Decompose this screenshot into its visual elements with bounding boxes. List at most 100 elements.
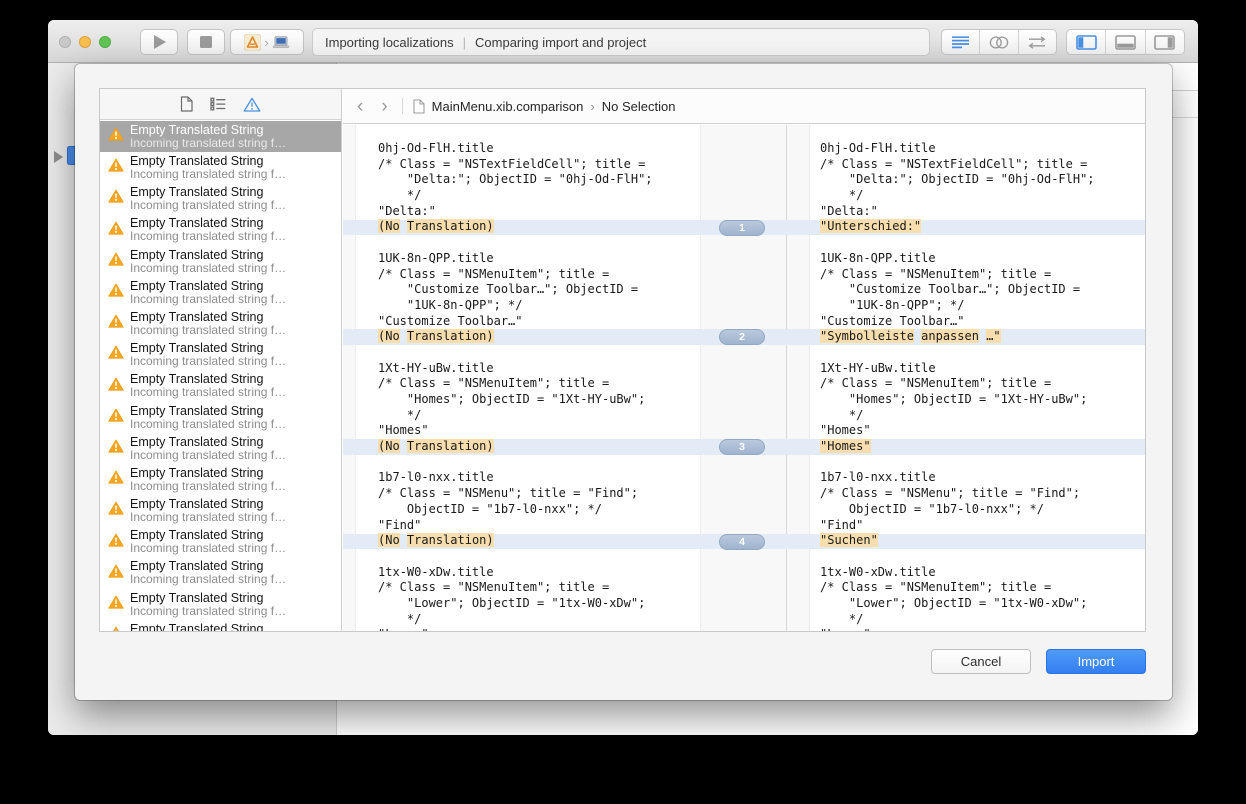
code-line: */ xyxy=(378,612,653,628)
disclosure-triangle-icon[interactable] xyxy=(54,151,63,163)
sidebar-item-text: Empty Translated StringIncoming translat… xyxy=(130,435,286,463)
sidebar-warning-item[interactable]: Empty Translated StringIncoming translat… xyxy=(100,402,341,433)
changed-text: Translation) xyxy=(407,219,494,233)
file-icon xyxy=(413,99,425,114)
code-line: */ xyxy=(378,188,653,204)
sidebar-item-subtitle: Incoming translated string f… xyxy=(130,168,286,182)
code-line: */ xyxy=(378,408,653,424)
sidebar-warning-item[interactable]: Empty Translated StringIncoming translat… xyxy=(100,433,341,464)
code-line xyxy=(820,235,1095,251)
changed-text: …" xyxy=(986,329,1000,343)
version-editor-button[interactable] xyxy=(1018,30,1056,54)
issues-tab-button[interactable] xyxy=(243,97,261,112)
sidebar-warning-item[interactable]: Empty Translated StringIncoming translat… xyxy=(100,121,341,152)
sidebar-warning-item[interactable]: Empty Translated StringIncoming translat… xyxy=(100,558,341,589)
sidebar-warning-item[interactable]: Empty Translated StringIncoming translat… xyxy=(100,308,341,339)
code-line: "1UK-8n-QPP"; */ xyxy=(378,298,653,314)
sidebar-warning-item[interactable]: Empty Translated StringIncoming translat… xyxy=(100,464,341,495)
code-line: "Homes" xyxy=(820,423,1095,439)
stop-button[interactable] xyxy=(187,29,225,55)
changed-text: anpassen xyxy=(921,329,979,343)
warning-icon-wrap xyxy=(108,533,124,552)
breadcrumb-selection[interactable]: No Selection xyxy=(602,99,676,114)
sidebar-tab-bar xyxy=(100,89,341,120)
sidebar-warning-item[interactable]: Empty Translated StringIncoming translat… xyxy=(100,152,341,183)
sidebar-item-text: Empty Translated StringIncoming translat… xyxy=(130,404,286,432)
warning-icon-wrap xyxy=(108,314,124,333)
warning-icon xyxy=(108,158,124,172)
warning-icon xyxy=(108,501,124,515)
stop-icon xyxy=(200,36,212,48)
standard-editor-button[interactable] xyxy=(942,30,979,54)
code-line: "Lower"; ObjectID = "1tx-W0-xDw"; xyxy=(378,596,653,612)
code-line: 0hj-Od-FlH.title xyxy=(820,141,1095,157)
code-line: ObjectID = "1b7-l0-nxx"; */ xyxy=(820,502,1095,518)
diff-pane-left: 0hj-Od-FlH.title/* Class = "NSTextFieldC… xyxy=(378,141,653,631)
sidebar-item-title: Empty Translated String xyxy=(130,279,286,293)
code-line: "Customize Toolbar…" xyxy=(378,314,653,330)
sidebar-warning-item[interactable]: Empty Translated StringIncoming translat… xyxy=(100,183,341,214)
sidebar-warning-item[interactable]: Empty Translated StringIncoming translat… xyxy=(100,620,341,631)
jump-bar-separator xyxy=(402,98,403,114)
code-line xyxy=(820,345,1095,361)
file-tab-button[interactable] xyxy=(180,96,193,112)
sidebar-item-title: Empty Translated String xyxy=(130,404,286,418)
sidebar-item-text: Empty Translated StringIncoming translat… xyxy=(130,341,286,369)
assistant-editor-button[interactable] xyxy=(979,30,1017,54)
back-button[interactable]: ‹ xyxy=(355,97,365,116)
code-line xyxy=(378,345,653,361)
sidebar-warning-item[interactable]: Empty Translated StringIncoming translat… xyxy=(100,277,341,308)
sidebar-warning-item[interactable]: Empty Translated StringIncoming translat… xyxy=(100,589,341,620)
warning-tab-icon xyxy=(243,97,261,112)
sidebar-warning-item[interactable]: Empty Translated StringIncoming translat… xyxy=(100,339,341,370)
changed-text: (No xyxy=(378,439,400,453)
inspector-panel-icon xyxy=(1154,35,1175,50)
cancel-button[interactable]: Cancel xyxy=(931,649,1031,674)
sidebar-item-title: Empty Translated String xyxy=(130,310,286,324)
sidebar-warning-item[interactable]: Empty Translated StringIncoming translat… xyxy=(100,246,341,277)
warning-icon-wrap xyxy=(108,158,124,177)
changed-text: "Unterschied:" xyxy=(820,219,921,233)
zoom-window-button[interactable] xyxy=(99,36,111,48)
sidebar-item-text: Empty Translated StringIncoming translat… xyxy=(130,185,286,213)
forward-button[interactable]: › xyxy=(379,97,389,116)
breadcrumb-file[interactable]: MainMenu.xib.comparison xyxy=(432,99,584,114)
code-line: "Find" xyxy=(820,518,1095,534)
diff-value-right: "Symbolleiste anpassen …" xyxy=(820,329,1095,345)
run-button[interactable] xyxy=(140,29,178,55)
sidebar-warning-item[interactable]: Empty Translated StringIncoming translat… xyxy=(100,526,341,557)
changed-text: (No xyxy=(378,329,400,343)
sidebar-item-subtitle: Incoming translated string f… xyxy=(130,293,286,307)
warning-icon xyxy=(108,564,124,578)
list-tab-button[interactable] xyxy=(210,97,226,111)
sidebar-item-text: Empty Translated StringIncoming translat… xyxy=(130,310,286,338)
sidebar-warning-item[interactable]: Empty Translated StringIncoming translat… xyxy=(100,215,341,246)
navigator-toggle-button[interactable] xyxy=(1067,30,1105,54)
diff-value-left: (No Translation) xyxy=(378,329,653,345)
sidebar-item-text: Empty Translated StringIncoming translat… xyxy=(130,497,286,525)
warning-icon xyxy=(108,221,124,235)
document-icon xyxy=(180,96,193,112)
minimize-window-button[interactable] xyxy=(79,36,91,48)
sidebar-item-title: Empty Translated String xyxy=(130,154,286,168)
code-line: "Customize Toolbar…"; ObjectID = xyxy=(378,282,653,298)
sidebar-item-subtitle: Incoming translated string f… xyxy=(130,199,286,213)
xcode-window: › Importing localizations | Comparing im… xyxy=(48,20,1198,735)
debug-area-toggle-button[interactable] xyxy=(1105,30,1144,54)
sidebar-item-subtitle: Incoming translated string f… xyxy=(130,230,286,244)
sidebar-item-subtitle: Incoming translated string f… xyxy=(130,386,286,400)
inspector-toggle-button[interactable] xyxy=(1145,30,1184,54)
scheme-selector[interactable]: › xyxy=(230,29,304,55)
close-window-button[interactable] xyxy=(59,36,71,48)
sidebar-warning-item[interactable]: Empty Translated StringIncoming translat… xyxy=(100,495,341,526)
sidebar-item-subtitle: Incoming translated string f… xyxy=(130,449,286,463)
import-button[interactable]: Import xyxy=(1046,649,1146,674)
sidebar-item-title: Empty Translated String xyxy=(130,466,286,480)
code-line: */ xyxy=(820,408,1095,424)
changed-text: Translation) xyxy=(407,329,494,343)
sidebar-item-subtitle: Incoming translated string f… xyxy=(130,262,286,276)
sidebar-item-title: Empty Translated String xyxy=(130,591,286,605)
sidebar-warning-item[interactable]: Empty Translated StringIncoming translat… xyxy=(100,371,341,402)
changed-text: "Suchen" xyxy=(820,533,878,547)
sidebar-item-text: Empty Translated StringIncoming translat… xyxy=(130,279,286,307)
